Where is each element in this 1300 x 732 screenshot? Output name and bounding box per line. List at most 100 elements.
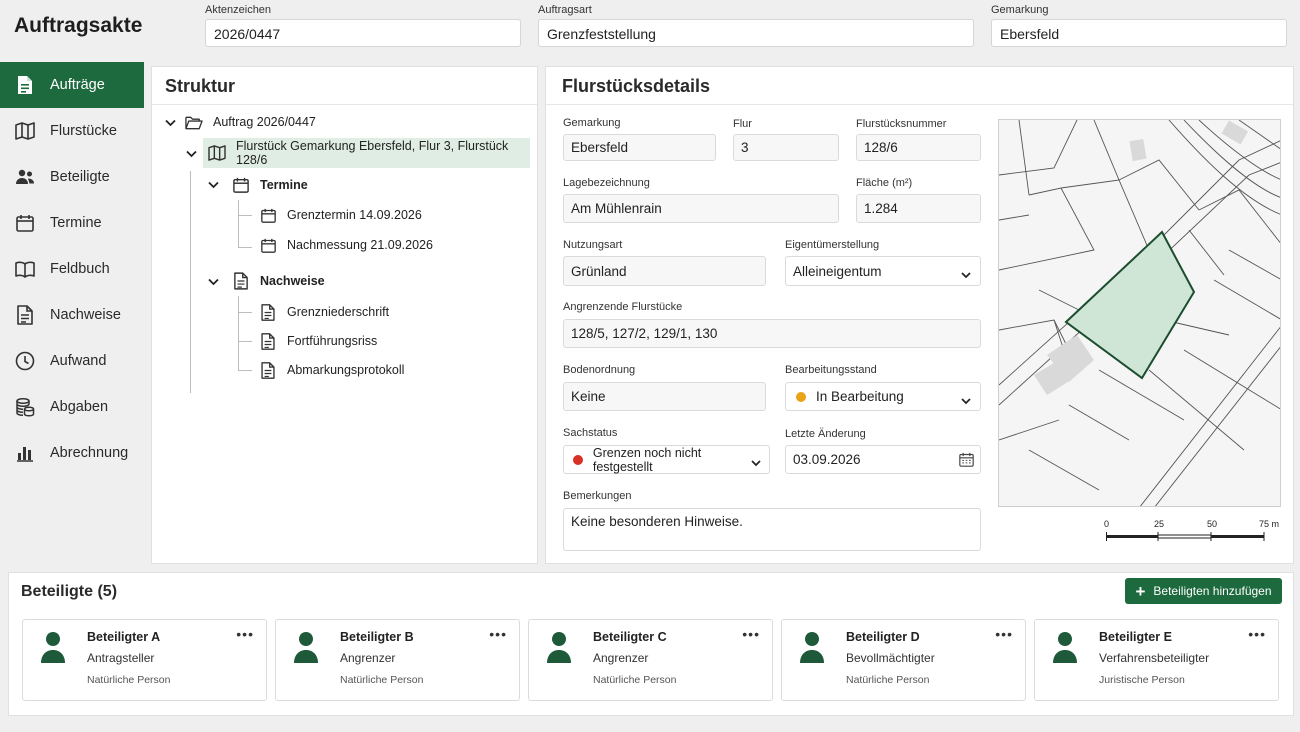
person-icon	[292, 630, 320, 664]
participant-card[interactable]: Beteiligter E Verfahrensbeteiligter Juri…	[1034, 619, 1279, 701]
tree-item-termin[interactable]: Grenztermin 14.09.2026	[259, 206, 422, 224]
document-icon	[232, 272, 250, 290]
chevron-down-icon	[751, 456, 761, 467]
sidebar-item-abrechnung[interactable]: Abrechnung	[0, 430, 144, 476]
auftragsart-input[interactable]: Grenzfeststellung	[538, 19, 974, 47]
tree-item-nachweise[interactable]: Nachweise	[232, 272, 325, 290]
bodenordnung-input[interactable]: Keine	[563, 382, 766, 411]
scale-tick-label: 75 m	[1259, 519, 1280, 529]
bearbeitungsstand-value: In Bearbeitung	[816, 389, 904, 404]
participant-type: Juristische Person	[1099, 674, 1185, 686]
flaeche-input[interactable]: 1.284	[856, 194, 981, 223]
map-icon	[208, 144, 226, 162]
sachstatus-value: Grenzen noch nicht festgestellt	[592, 445, 702, 474]
sidebar-item-auftraege[interactable]: Aufträge	[0, 62, 144, 108]
aktenzeichen-input[interactable]: 2026/0447	[205, 19, 521, 47]
tree-connector	[238, 296, 239, 370]
participant-card[interactable]: Beteiligter C Angrenzer Natürliche Perso…	[528, 619, 773, 701]
document-icon	[15, 75, 35, 95]
angrenzende-label: Angrenzende Flurstücke	[563, 301, 683, 313]
participants-title: Beteiligte (5)	[21, 583, 118, 600]
coins-icon	[15, 397, 35, 417]
book-icon	[15, 259, 35, 279]
calendar-icon[interactable]	[959, 452, 974, 467]
participant-card[interactable]: Beteiligter A Antragsteller Natürliche P…	[22, 619, 267, 701]
nutzungsart-label: Nutzungsart	[563, 239, 623, 251]
eigentuemerstellung-select[interactable]: Alleineigentum	[785, 256, 981, 286]
calendar-icon	[232, 176, 250, 194]
people-icon	[15, 167, 35, 187]
sidebar-item-nachweise[interactable]: Nachweise	[0, 292, 144, 338]
more-icon[interactable]: •••	[742, 626, 760, 642]
more-icon[interactable]: •••	[236, 626, 254, 642]
participant-role: Angrenzer	[340, 651, 396, 665]
flurstuecksnummer-input[interactable]: 128/6	[856, 134, 981, 161]
chevron-down-icon[interactable]	[164, 117, 176, 129]
bearbeitungsstand-select[interactable]: In Bearbeitung	[785, 382, 981, 411]
participant-card[interactable]: Beteiligter B Angrenzer Natürliche Perso…	[275, 619, 520, 701]
app-title: Auftragsakte	[14, 14, 143, 37]
scale-tick-label: 0	[1104, 519, 1110, 529]
tree-connector	[238, 247, 252, 248]
angrenzende-input[interactable]: 128/5, 127/2, 129/1, 130	[563, 319, 981, 348]
chevron-down-icon	[961, 393, 971, 405]
sidebar-item-label: Aufträge	[50, 77, 105, 93]
chevron-down-icon[interactable]	[207, 276, 219, 288]
auftragsart-label: Auftragsart	[538, 4, 592, 16]
tree-item-nachweis[interactable]: Grenzniederschrift	[259, 303, 389, 321]
bearbeitungsstand-label: Bearbeitungsstand	[785, 364, 877, 376]
chevron-down-icon[interactable]	[185, 148, 197, 160]
sidebar-item-label: Aufwand	[50, 353, 107, 369]
tree-item-termine[interactable]: Termine	[232, 176, 308, 194]
tree-parcel-label: Flurstück Gemarkung Ebersfeld, Flur 3, F…	[236, 139, 509, 167]
more-icon[interactable]: •••	[1248, 626, 1266, 642]
sidebar-item-label: Termine	[50, 215, 102, 231]
gemarkung-header-input[interactable]: Ebersfeld	[991, 19, 1287, 47]
nutzungsart-input[interactable]: Grünland	[563, 256, 766, 286]
tree-connector	[238, 200, 239, 248]
person-icon	[1051, 630, 1079, 664]
tree-item-nachweis[interactable]: Fortführungsriss	[259, 332, 377, 350]
sidebar-item-abgaben[interactable]: Abgaben	[0, 384, 144, 430]
letzte-aenderung-value: 03.09.2026	[793, 452, 861, 467]
tree-connector	[238, 341, 252, 342]
add-participant-button[interactable]: + Beteiligten hinzufügen	[1125, 578, 1282, 604]
eigentuemerstellung-label: Eigentümerstellung	[785, 239, 880, 251]
flur-input[interactable]: 3	[733, 134, 839, 161]
sidebar-item-beteiligte[interactable]: Beteiligte	[0, 154, 144, 200]
sidebar-item-termine[interactable]: Termine	[0, 200, 144, 246]
tree-item-nachweis[interactable]: Abmarkungsprotokoll	[259, 361, 404, 379]
tree-nachweis-label: Grenzniederschrift	[287, 305, 390, 319]
sachstatus-label: Sachstatus	[563, 427, 618, 439]
gemarkung-input[interactable]: Ebersfeld	[563, 134, 716, 161]
bemerkungen-label: Bemerkungen	[563, 490, 632, 502]
participant-card[interactable]: Beteiligter D Bevollmächtigter Natürlich…	[781, 619, 1026, 701]
sidebar-item-flurstuecke[interactable]: Flurstücke	[0, 108, 144, 154]
parcel-map[interactable]	[998, 119, 1281, 507]
bemerkungen-textarea[interactable]: Keine besonderen Hinweise.	[563, 508, 981, 551]
participant-role: Bevollmächtigter	[846, 651, 935, 665]
flurstuecksnummer-label: Flurstücksnummer	[856, 118, 947, 130]
sidebar-item-label: Beteiligte	[50, 169, 110, 185]
tree-item-parcel[interactable]: Flurstück Gemarkung Ebersfeld, Flur 3, F…	[203, 138, 530, 168]
tree-termine-label: Termine	[260, 178, 308, 192]
sidebar-item-aufwand[interactable]: Aufwand	[0, 338, 144, 384]
lagebezeichnung-input[interactable]: Am Mühlenrain	[563, 194, 839, 223]
chevron-down-icon[interactable]	[207, 179, 219, 191]
tree-item-root[interactable]: Auftrag 2026/0447	[185, 113, 316, 131]
aktenzeichen-field: Aktenzeichen 2026/0447	[205, 4, 521, 47]
participant-role: Angrenzer	[593, 651, 649, 665]
more-icon[interactable]: •••	[489, 626, 507, 642]
sidebar-item-label: Feldbuch	[50, 261, 110, 277]
tree-nachweise-label: Nachweise	[260, 274, 325, 288]
participant-name: Beteiligter A	[87, 630, 161, 644]
flur-label: Flur	[733, 118, 752, 130]
flaeche-label: Fläche (m²)	[856, 177, 913, 189]
sachstatus-select[interactable]: Grenzen noch nicht festgestellt	[563, 445, 770, 474]
sidebar-item-feldbuch[interactable]: Feldbuch	[0, 246, 144, 292]
tree-item-termin[interactable]: Nachmessung 21.09.2026	[259, 236, 433, 254]
more-icon[interactable]: •••	[995, 626, 1013, 642]
letzte-aenderung-input[interactable]: 03.09.2026	[785, 445, 981, 474]
document-icon	[259, 303, 277, 321]
sidebar: Aufträge Flurstücke Beteiligte Termine F…	[0, 62, 144, 476]
